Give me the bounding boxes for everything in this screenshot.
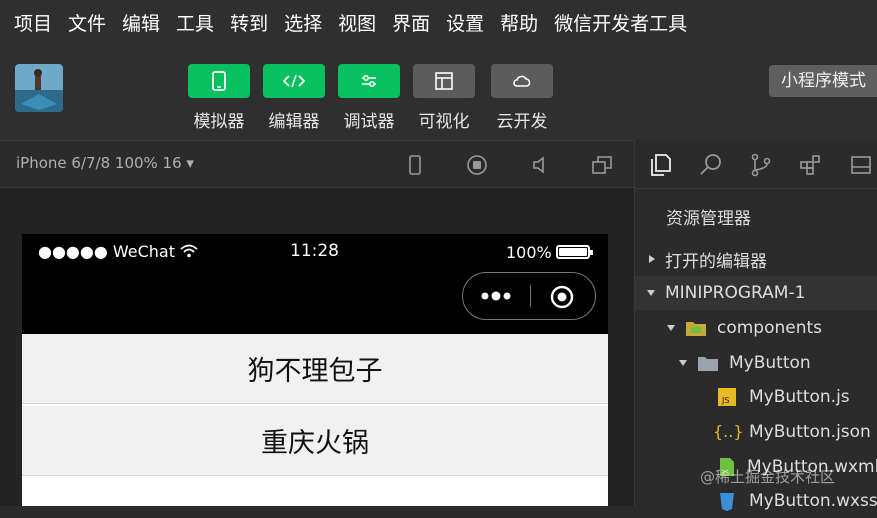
volume-icon[interactable] [528,153,552,177]
search-icon[interactable] [698,152,724,178]
tree-item-label: MyButton.js [749,387,850,407]
list-item[interactable]: 重庆火锅 [22,406,608,476]
menu-item-edit[interactable]: 编辑 [122,9,160,36]
wifi-icon [180,244,198,258]
chevron-down-icon [679,360,687,366]
source-control-icon[interactable] [748,152,774,178]
folder-icon [697,353,719,373]
menu-item-view[interactable]: 视图 [338,9,376,36]
mode-select-button[interactable]: 小程序模式 [769,65,877,97]
cloud-dev-button[interactable] [491,64,553,98]
visualize-tool[interactable]: 可视化 [412,64,476,132]
phone-icon[interactable] [403,153,427,177]
more-dots-icon[interactable] [479,289,515,303]
cloud-dev-tool[interactable]: 云开发 [490,64,554,132]
battery-percent: 100% [506,243,552,262]
css-file-icon [717,491,739,511]
popout-window-icon[interactable] [590,153,614,177]
sliders-icon [362,75,376,87]
device-select[interactable]: iPhone 6/7/8 100% 16 ▾ [16,154,194,172]
phone-status-bar: ●●●●● WeChat 11:28 100% [22,234,608,334]
menu-item-project[interactable]: 项目 [14,9,52,36]
battery-icon [556,245,593,259]
explorer-panel: 资源管理器 打开的编辑器 MINIPROGRAM-1 components My… [634,140,877,511]
menu-item-file[interactable]: 文件 [68,9,106,36]
editor-button[interactable] [263,64,325,98]
debugger-label: 调试器 [343,112,395,132]
visualize-label: 可视化 [418,112,470,132]
tree-item-file[interactable]: {..} MyButton.json [635,415,877,449]
tree-item-file[interactable]: MyButton.wxss [635,484,877,518]
phone-icon [212,71,226,91]
close-mini-program-icon[interactable] [549,284,575,310]
capsule-divider [530,285,531,307]
debugger-tool[interactable]: 调试器 [337,64,401,132]
editor-label: 编辑器 [268,112,320,132]
explorer-title: 资源管理器 [666,209,751,229]
tree-item-label: MyButton [729,353,811,373]
mini-program-capsule [462,272,596,320]
activity-bar [635,140,877,189]
menu-item-wechat-devtools[interactable]: 微信开发者工具 [554,9,687,36]
cloud-icon [513,75,531,87]
menu-item-tools[interactable]: 工具 [176,9,214,36]
extensions-icon[interactable] [798,152,824,178]
menu-item-goto[interactable]: 转到 [230,9,268,36]
visualize-button[interactable] [413,64,475,98]
svg-text:JS: JS [721,396,729,405]
simulator-tool[interactable]: 模拟器 [187,64,251,132]
folder-icon [685,318,707,338]
simulator-label: 模拟器 [193,112,245,132]
files-icon[interactable] [647,152,673,178]
menu-item-select[interactable]: 选择 [284,9,322,36]
main-toolbar: 模拟器 编辑器 调试器 可视化 云开发 小程序模式 [0,44,877,140]
js-file-icon: JS [717,387,739,407]
user-avatar[interactable] [15,64,63,112]
menu-item-help[interactable]: 帮助 [500,9,538,36]
menu-item-settings[interactable]: 设置 [446,9,484,36]
carrier-label: ●●●●● WeChat [38,242,198,261]
watermark: @稀土掘金技术社区 [700,468,836,486]
chevron-down-icon [647,290,655,296]
tree-item-file[interactable]: JS MyButton.js [635,380,877,414]
phone-screen: ●●●●● WeChat 11:28 100% 狗不理包子 重庆火锅 [22,234,608,506]
json-file-icon: {..} [713,422,744,441]
layout-icon [435,72,453,90]
panel-icon[interactable] [848,152,874,178]
tree-item-label: MyButton.json [749,422,871,442]
cloud-dev-label: 云开发 [496,112,548,132]
debugger-button[interactable] [338,64,400,98]
project-section[interactable]: MINIPROGRAM-1 [635,276,877,310]
menu-bar: 项目 文件 编辑 工具 转到 选择 视图 界面 设置 帮助 微信开发者工具 [0,0,877,44]
code-icon [282,74,306,88]
simulator-toolbar: iPhone 6/7/8 100% 16 ▾ [0,140,634,188]
battery-fill [559,248,587,256]
tree-item-mybutton[interactable]: MyButton [635,346,877,380]
open-editors-section[interactable]: 打开的编辑器 [635,242,877,276]
tree-item-label: components [717,318,823,338]
tree-item-components[interactable]: components [635,311,877,345]
list-item[interactable]: 狗不理包子 [22,334,608,404]
editor-tool[interactable]: 编辑器 [262,64,326,132]
clock-label: 11:28 [290,241,339,261]
section-label: MINIPROGRAM-1 [665,283,806,303]
chevron-down-icon [667,325,675,331]
section-label: 打开的编辑器 [665,251,767,272]
simulator-button[interactable] [188,64,250,98]
menu-item-interface[interactable]: 界面 [392,9,430,36]
chevron-right-icon [649,255,655,263]
stop-icon[interactable] [465,153,489,177]
tree-item-label: MyButton.wxss [749,491,877,511]
